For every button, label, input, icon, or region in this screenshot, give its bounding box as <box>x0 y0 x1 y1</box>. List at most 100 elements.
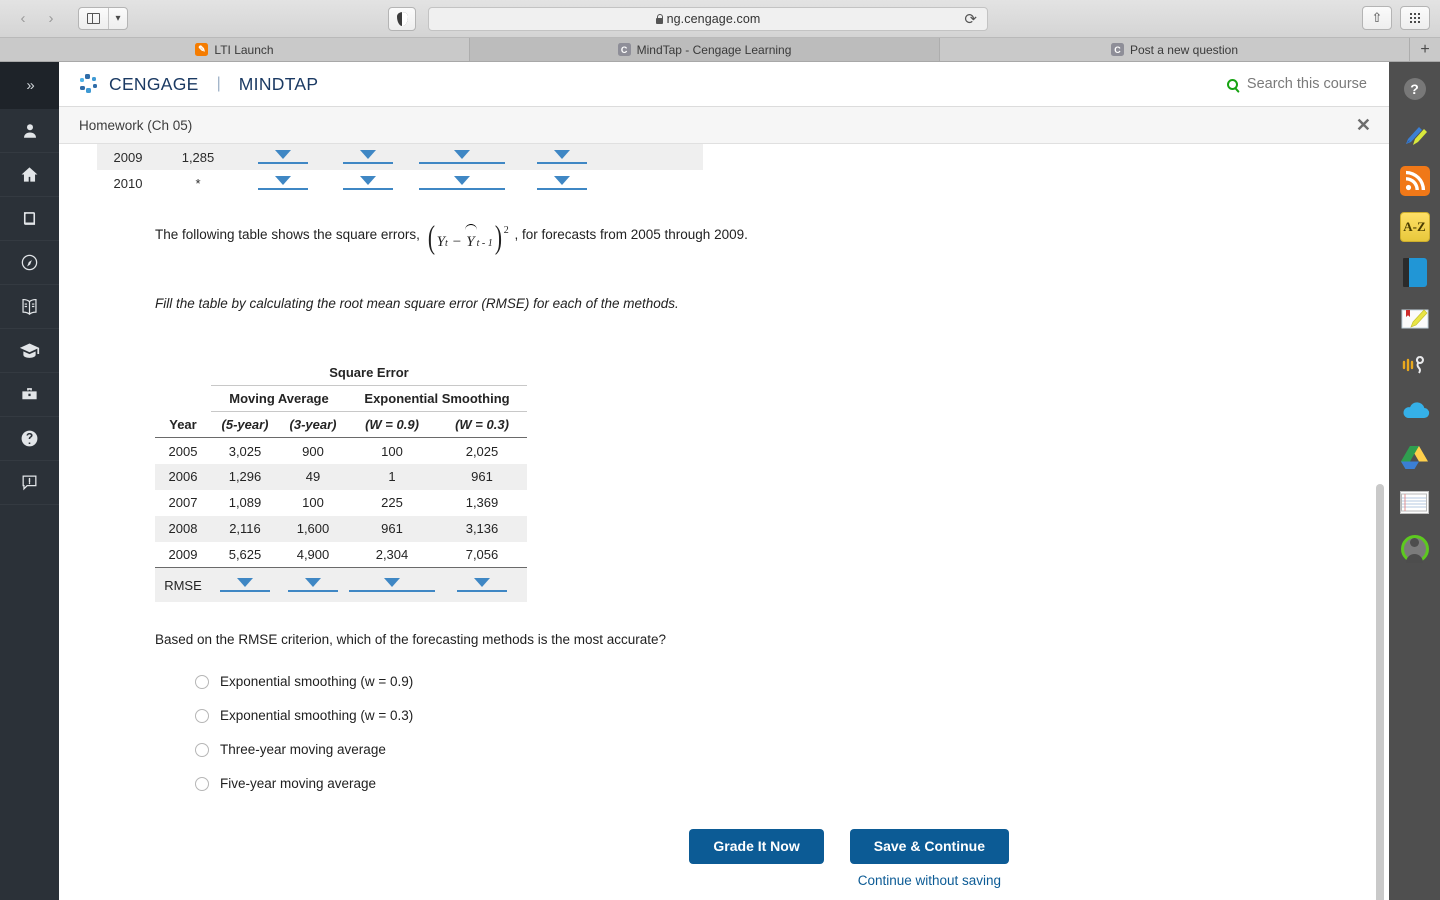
column-header-w09: (W = 0.9) <box>347 411 437 439</box>
rmse-dropdown-es03[interactable] <box>457 575 507 592</box>
table-column-header-row: Year (5-year) (3-year) (W = 0.9) (W = 0.… <box>155 411 527 439</box>
table-header-row: Square Error <box>155 359 527 387</box>
show-sidebar-icon[interactable] <box>79 8 109 29</box>
answer-dropdown[interactable] <box>258 147 308 164</box>
search-course-button[interactable]: Search this course <box>1226 76 1367 92</box>
pen-highlighter-icon <box>1405 126 1427 145</box>
option-exponential-03[interactable]: Exponential smoothing (w = 0.3) <box>195 699 1389 733</box>
cell-es03: 7,056 <box>465 547 499 562</box>
forward-button[interactable]: › <box>38 8 64 30</box>
browser-tab-post-question[interactable]: C Post a new question <box>940 38 1410 61</box>
sidebar-item-reader[interactable] <box>0 285 59 329</box>
table-row: 2009 1,285 <box>97 144 703 170</box>
shield-icon <box>396 12 408 26</box>
cell-ma5: 2,116 <box>211 515 279 542</box>
continue-without-saving-link[interactable]: Continue without saving <box>858 873 1001 888</box>
rmse-cell-es09 <box>347 567 437 602</box>
answer-dropdown[interactable] <box>537 173 587 190</box>
radio-button[interactable] <box>195 776 209 791</box>
sidebar-item-home[interactable] <box>0 153 59 197</box>
answer-dropdown[interactable] <box>419 173 505 190</box>
toolbar-item-read-aloud[interactable] <box>1398 348 1431 381</box>
save-and-continue-button[interactable]: Save & Continue <box>849 828 1009 864</box>
browser-tab-mindtap[interactable]: C MindTap - Cengage Learning <box>470 38 940 61</box>
reload-icon[interactable]: ⟳ <box>964 12 977 28</box>
expand-sidebar-button[interactable]: » <box>0 62 59 109</box>
close-icon[interactable]: ✕ <box>1356 116 1371 134</box>
sidebar-item-profile[interactable] <box>0 109 59 153</box>
sidebar-item-readings[interactable] <box>0 197 59 241</box>
address-bar[interactable]: ng.cengage.com ⟳ <box>428 7 988 31</box>
sidebar-item-explore[interactable] <box>0 241 59 285</box>
answer-dropdown[interactable] <box>343 173 393 190</box>
answer-dropdown[interactable] <box>258 173 308 190</box>
intro-text-before: The following table shows the square err… <box>155 227 420 242</box>
option-three-year-ma[interactable]: Three-year moving average <box>195 733 1389 767</box>
search-icon <box>1226 78 1238 90</box>
answer-dropdown[interactable] <box>537 147 587 164</box>
url-text: ng.cengage.com <box>655 12 761 26</box>
toolbar-item-account[interactable] <box>1398 532 1431 565</box>
toolbar-item-notes[interactable] <box>1398 302 1431 335</box>
square-error-formula: ( Yt − Yt - 1 ) 2 <box>426 222 509 255</box>
toolbar-item-highlighter[interactable] <box>1398 118 1431 151</box>
column-header-5-year: (5-year) <box>211 411 279 439</box>
tab-title: LTI Launch <box>214 42 274 57</box>
rmse-dropdown-ma3[interactable] <box>288 575 338 592</box>
formula-minus: − <box>452 234 462 250</box>
sidebar-item-help[interactable] <box>0 417 59 461</box>
toolbar-item-textbook[interactable] <box>1398 256 1431 289</box>
radio-button[interactable] <box>195 742 209 757</box>
brand-cengage: CENGAGE <box>109 73 199 94</box>
cengage-mindtap-logo[interactable]: CENGAGE | MINDTAP <box>79 74 318 95</box>
new-tab-button[interactable]: + <box>1410 38 1440 61</box>
square-error-table-wrap: Square Error Moving Average Exponential … <box>97 359 1389 602</box>
sidebar-toggle-group[interactable]: ▾ <box>78 7 128 30</box>
main-content: CENGAGE | MINDTAP Search this course Hom… <box>59 62 1389 900</box>
formula-yhat: Y <box>465 224 478 254</box>
column-header-w03: (W = 0.3) <box>437 411 527 439</box>
option-exponential-09[interactable]: Exponential smoothing (w = 0.9) <box>195 665 1389 699</box>
cell-year: 2008 <box>155 515 211 542</box>
table-row: 2008 2,116 1,600 961 3,136 <box>155 515 527 542</box>
right-toolbar: ? A-Z <box>1389 62 1440 900</box>
url-value: ng.cengage.com <box>666 12 761 26</box>
rmse-dropdown-ma5[interactable] <box>220 575 270 592</box>
compass-icon <box>21 254 38 271</box>
action-buttons: Grade It Now Save & Continue Continue wi… <box>97 828 1389 888</box>
privacy-shield-button[interactable] <box>388 7 416 31</box>
show-all-tabs-button[interactable] <box>1400 6 1430 30</box>
toolbar-item-google-drive[interactable] <box>1398 440 1431 473</box>
option-label: Exponential smoothing (w = 0.3) <box>220 708 414 724</box>
radio-button[interactable] <box>195 674 209 689</box>
toolbar-item-glossary[interactable]: A-Z <box>1398 210 1431 243</box>
radio-button[interactable] <box>195 708 209 723</box>
toolbar-item-rss[interactable] <box>1398 164 1431 197</box>
instruction-text: Fill the table by calculating the root m… <box>155 295 679 311</box>
cell-year: 2009 <box>168 547 198 562</box>
sidebar-item-grades[interactable] <box>0 329 59 373</box>
help-button[interactable]: ? <box>1398 72 1431 105</box>
rmse-dropdown-es09[interactable] <box>349 575 435 592</box>
left-sidebar: » <box>0 62 59 900</box>
content-scroll-area: 2009 1,285 2010 * The following table sh… <box>59 144 1389 900</box>
toolbar-item-onedrive[interactable] <box>1398 394 1431 427</box>
sidebar-item-feedback[interactable] <box>0 461 59 505</box>
home-icon <box>21 167 38 182</box>
toolbar-item-flashcards[interactable] <box>1398 486 1431 519</box>
read-speaker-icon <box>1402 355 1424 374</box>
answer-dropdown[interactable] <box>419 147 505 164</box>
grade-it-now-button[interactable]: Grade It Now <box>689 828 824 864</box>
cell-es09: 1 <box>347 463 437 490</box>
cell-year: 2005 <box>168 443 198 459</box>
browser-tab-lti-launch[interactable]: LTI Launch <box>0 38 470 61</box>
answer-dropdown[interactable] <box>343 147 393 164</box>
content-scrollbar[interactable] <box>1376 484 1384 900</box>
option-five-year-ma[interactable]: Five-year moving average <box>195 767 1389 801</box>
sidebar-item-career[interactable] <box>0 373 59 417</box>
brand-divider: | <box>216 75 221 92</box>
chevron-down-icon[interactable]: ▾ <box>109 8 127 29</box>
share-button[interactable]: ⇧ <box>1362 6 1392 30</box>
rmse-cell-ma3 <box>279 567 347 602</box>
back-button[interactable]: ‹ <box>10 8 36 30</box>
